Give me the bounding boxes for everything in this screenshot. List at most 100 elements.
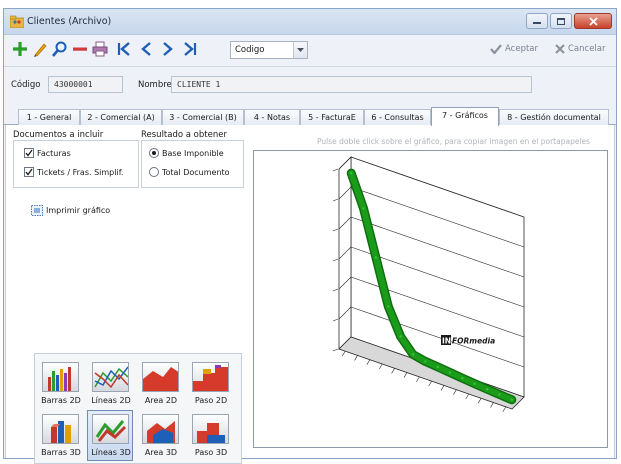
chart-type-area-3d[interactable]: Area 3D	[137, 410, 183, 461]
window-title: Clientes (Archivo)	[27, 16, 112, 27]
tab-general[interactable]: 1 - General	[18, 109, 80, 125]
line-3d-chart: IN FORmedia	[332, 156, 525, 413]
print-button[interactable]	[90, 39, 110, 59]
chart-type-lines-2d[interactable]: Líneas 2D	[87, 358, 133, 409]
x-axis-tick	[490, 402, 494, 408]
y-axis-tick	[332, 258, 339, 262]
minimize-button[interactable]	[526, 13, 548, 29]
chart-type-step-2d[interactable]: Paso 2D	[187, 358, 233, 409]
series-point	[424, 360, 427, 363]
area-2d-icon	[142, 362, 179, 392]
last-record-button[interactable]	[180, 39, 200, 59]
series-point	[448, 371, 452, 374]
series-point	[498, 393, 501, 396]
print-chart-button[interactable]: Imprimir gráfico	[31, 205, 110, 216]
series-point	[350, 171, 353, 175]
lines-2d-icon	[92, 362, 129, 392]
cancel-button[interactable]: Cancelar	[555, 44, 606, 54]
total-documento-radio[interactable]: Total Documento	[149, 167, 230, 177]
folder-people-icon	[10, 15, 24, 28]
tab-graficos[interactable]: 7 - Gráficos	[431, 107, 499, 126]
area-2d-label: Area 2D	[144, 396, 178, 405]
accept-button[interactable]: Aceptar	[490, 44, 538, 54]
tickets-label: Tickets / Fras. Simplif.	[37, 167, 124, 177]
step-3d-icon	[192, 414, 229, 444]
chart-type-bars-2d[interactable]: Barras 2D	[37, 358, 83, 409]
facturas-checkbox[interactable]: Facturas	[24, 148, 71, 158]
bars-2d-icon	[42, 362, 79, 392]
series-point	[399, 335, 402, 338]
add-button[interactable]	[10, 39, 30, 59]
maximize-button[interactable]	[550, 13, 572, 29]
search-field-value: Codigo	[235, 45, 265, 55]
resultado-title: Resultado a obtener	[141, 130, 227, 140]
delete-button[interactable]	[70, 39, 90, 59]
chart-type-area-2d[interactable]: Area 2D	[137, 358, 183, 409]
next-record-button[interactable]	[158, 39, 178, 59]
name-field[interactable]: CLIENTE 1	[171, 76, 532, 93]
x-axis-tick	[378, 363, 383, 370]
first-record-button[interactable]	[114, 39, 134, 59]
x-axis-tick	[354, 355, 358, 361]
step-2d-label: Paso 2D	[194, 396, 228, 405]
chart-type-bars-3d[interactable]: Barras 3D	[37, 410, 83, 461]
x-axis-tick	[453, 389, 457, 395]
x-axis-tick	[428, 380, 432, 387]
x-axis-tick	[477, 398, 482, 404]
copy-hint: Pulse doble click sobre el gráfico, para…	[317, 137, 591, 146]
y-axis-tick	[332, 168, 339, 172]
code-field[interactable]: 43000001	[48, 76, 123, 93]
facturas-label: Facturas	[37, 148, 71, 158]
series-point	[387, 305, 390, 308]
tab-facturae[interactable]: 5 - FacturaE	[300, 109, 364, 125]
informedia-watermark: IN FORmedia	[441, 335, 495, 346]
base-imponible-label: Base Imponible	[162, 148, 224, 158]
tickets-checkbox[interactable]: Tickets / Fras. Simplif.	[24, 167, 123, 177]
code-label: Código	[11, 80, 41, 90]
series-point	[374, 256, 378, 259]
tab-consultas[interactable]: 6 - Consultas	[364, 109, 431, 125]
tab-gestion-documental[interactable]: 8 - Gestión documental	[499, 109, 609, 125]
chart-type-step-3d[interactable]: Paso 3D	[187, 410, 233, 461]
base-imponible-radio[interactable]: Base Imponible	[149, 148, 224, 158]
toolbar: Codigo Aceptar Cancelar	[4, 36, 616, 64]
chevron-down-icon[interactable]	[293, 42, 307, 58]
series-point	[473, 382, 476, 385]
client-window: Clientes (Archivo) Codigo Aceptar Cancel…	[3, 8, 617, 464]
watermark-box-text: IN	[442, 337, 451, 346]
tab-comercial-b[interactable]: 3 - Comercial (B)	[162, 109, 244, 125]
cancel-label: Cancelar	[568, 44, 606, 54]
pencil-icon	[34, 43, 47, 57]
previous-record-button[interactable]	[136, 39, 156, 59]
chevron-left-icon	[141, 42, 151, 56]
documentos-group: Facturas Tickets / Fras. Simplif.	[13, 140, 139, 188]
x-axis-tick	[416, 376, 420, 383]
toolbar-separator	[4, 66, 616, 67]
total-documento-label: Total Documento	[162, 167, 230, 177]
edit-button[interactable]	[30, 39, 50, 59]
checkmark-icon	[490, 44, 502, 54]
lines-3d-label: Líneas 3D	[91, 448, 131, 457]
close-button[interactable]	[574, 13, 612, 29]
tab-comercial-a[interactable]: 2 - Comercial (A)	[80, 109, 162, 125]
plus-icon	[13, 42, 27, 56]
chevron-right-icon	[163, 42, 173, 56]
x-axis-tick	[403, 372, 408, 378]
search-button[interactable]	[50, 39, 70, 59]
chart-area[interactable]: IN FORmedia	[253, 150, 608, 448]
chart-type-lines-3d[interactable]: Líneas 3D	[87, 410, 133, 461]
area-3d-icon	[142, 414, 179, 444]
name-label: Nombre	[138, 80, 172, 90]
x-axis-tick	[391, 368, 395, 374]
series-point	[362, 207, 365, 210]
last-icon	[184, 42, 197, 56]
bars-3d-label: Barras 3D	[41, 448, 81, 457]
accept-label: Aceptar	[505, 44, 538, 54]
tab-notas[interactable]: 4 - Notas	[244, 109, 300, 125]
x-axis-tick	[341, 350, 346, 357]
chart-type-selector: Barras 2D Líneas 2D Area 2D Paso 2D Barr…	[34, 353, 242, 464]
search-field-select[interactable]: Codigo	[230, 41, 308, 59]
radio-empty-icon	[149, 167, 159, 177]
area-3d-label: Area 3D	[144, 448, 178, 457]
series-point	[510, 398, 513, 401]
